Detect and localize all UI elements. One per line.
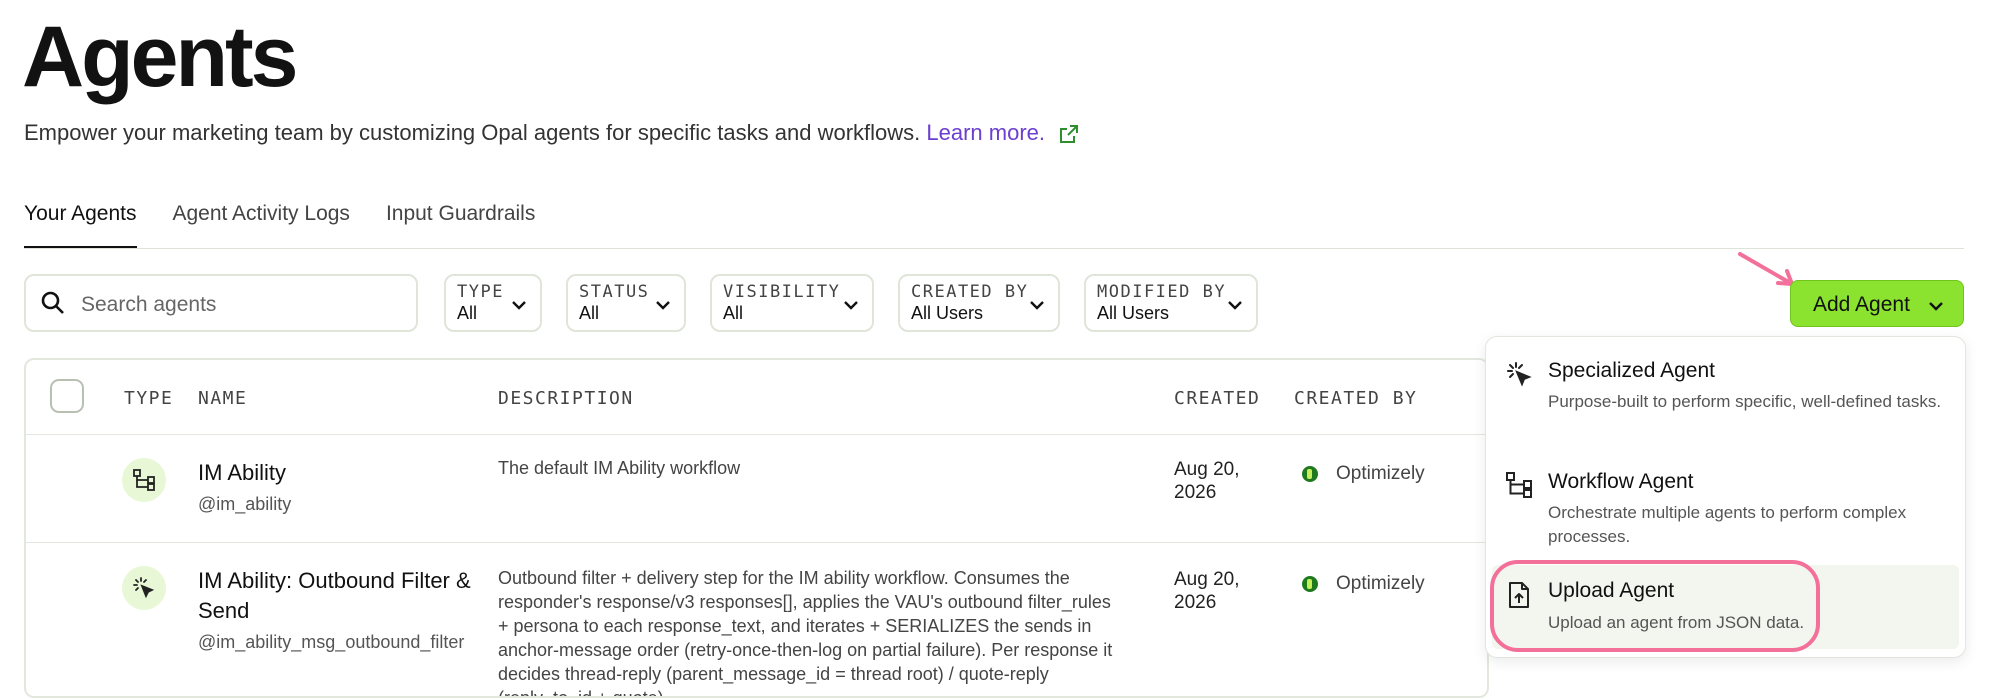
tab-your-agents[interactable]: Your Agents [24,200,137,249]
agent-name[interactable]: IM Ability: Outbound Filter & Send [198,566,483,626]
filter-status[interactable]: STATUS All [566,274,686,332]
menu-item-title: Specialized Agent [1548,359,1715,382]
chevron-down-icon [1028,296,1046,319]
agent-created-by: Optimizely [1336,463,1425,484]
search-input[interactable]: Search agents [24,274,418,332]
optimizely-logo-icon [1302,466,1318,482]
chevron-down-icon [842,296,860,319]
chevron-down-icon [654,296,672,319]
agent-description: The default IM Ability workflow [498,458,741,478]
learn-more-link[interactable]: Learn more. [926,120,1045,145]
column-header-name[interactable]: NAME [198,388,247,409]
agent-created-date: Aug 20, 2026 [1174,459,1240,503]
column-header-type[interactable]: TYPE [124,388,173,409]
chevron-down-icon [1226,296,1244,319]
menu-item-description: Purpose-built to perform specific, well-… [1548,392,1942,411]
agent-handle: @im_ability_msg_outbound_filter [198,632,465,652]
chevron-down-icon [1927,297,1945,320]
agent-created-by: Optimizely [1336,573,1425,594]
agent-created-date: Aug 20, 2026 [1174,569,1240,613]
column-header-created[interactable]: CREATED [1174,388,1260,409]
filter-type[interactable]: TYPE All [444,274,542,332]
annotation-highlight [1490,560,1820,652]
agent-handle: @im_ability [198,494,292,514]
filter-visibility[interactable]: VISIBILITY All [710,274,874,332]
agents-table: TYPE NAME DESCRIPTION CREATED CREATED BY… [24,358,1489,698]
menu-item-description: Orchestrate multiple agents to perform c… [1548,503,1907,546]
column-header-description[interactable]: DESCRIPTION [498,388,634,409]
cursor-click-icon [1506,361,1532,392]
agent-name[interactable]: IM Ability [198,458,286,488]
tab-agent-activity-logs[interactable]: Agent Activity Logs [173,200,350,249]
search-placeholder: Search agents [81,293,217,316]
add-agent-label: Add Agent [1813,293,1910,316]
filter-modified-by[interactable]: MODIFIED BY All Users [1084,274,1258,332]
row-divider [26,542,1487,543]
external-link-icon[interactable] [1059,124,1079,150]
row-divider [26,434,1487,435]
column-header-created-by[interactable]: CREATED BY [1294,388,1417,409]
page-title: Agents [22,9,298,105]
workflow-icon [122,458,166,502]
optimizely-logo-icon [1302,576,1318,592]
agent-description: Outbound filter + delivery step for the … [498,568,1113,698]
subtitle-text: Empower your marketing team by customizi… [24,120,921,145]
tabs-divider [24,248,1964,249]
filter-created-by[interactable]: CREATED BY All Users [898,274,1060,332]
select-all-checkbox[interactable] [50,379,84,413]
workflow-icon [1506,472,1532,503]
tab-bar: Your Agents Agent Activity Logs Input Gu… [24,200,535,249]
menu-item-specialized-agent[interactable]: Specialized Agent Purpose-built to perfo… [1486,337,1965,448]
chevron-down-icon [510,296,528,319]
page-subtitle: Empower your marketing team by customizi… [24,120,1079,150]
search-icon [40,290,66,321]
menu-item-title: Workflow Agent [1548,470,1694,493]
tab-input-guardrails[interactable]: Input Guardrails [386,200,535,249]
add-agent-button[interactable]: Add Agent [1790,280,1964,327]
specialized-icon [122,566,166,610]
menu-item-workflow-agent[interactable]: Workflow Agent Orchestrate multiple agen… [1486,448,1965,559]
